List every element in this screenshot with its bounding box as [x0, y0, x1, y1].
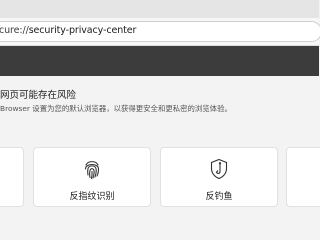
fingerprint-icon: [84, 161, 100, 180]
anti-phishing-hook-icon: [210, 158, 228, 180]
risk-warning-title: 网页可能存在风险: [0, 90, 77, 101]
window-top-strip: [0, 0, 319, 18]
address-bar: cure://security-privacy-center: [0, 18, 320, 46]
url-host: security-privacy-center: [28, 25, 137, 36]
url-field[interactable]: cure://security-privacy-center: [0, 21, 320, 42]
feature-card-partial-right[interactable]: [286, 147, 320, 207]
feature-card-partial-left[interactable]: [0, 147, 24, 207]
url-scheme: cure://: [0, 25, 29, 36]
default-browser-description: Browser 设置为您的默认浏览器，以获得更安全和更私密的浏览体验。: [0, 104, 232, 113]
anti-fingerprint-label: 反指纹识别: [69, 192, 115, 202]
page-header-banner: [0, 46, 319, 76]
anti-phishing-label: 反钓鱼: [205, 192, 233, 202]
anti-phishing-card[interactable]: 反钓鱼: [160, 147, 278, 207]
anti-fingerprint-card[interactable]: 反指纹识别: [33, 147, 151, 207]
url-text: cure://security-privacy-center: [0, 25, 136, 36]
security-center-content: 网页可能存在风险 Browser 设置为您的默认浏览器，以获得更安全和更私密的浏…: [0, 76, 320, 207]
